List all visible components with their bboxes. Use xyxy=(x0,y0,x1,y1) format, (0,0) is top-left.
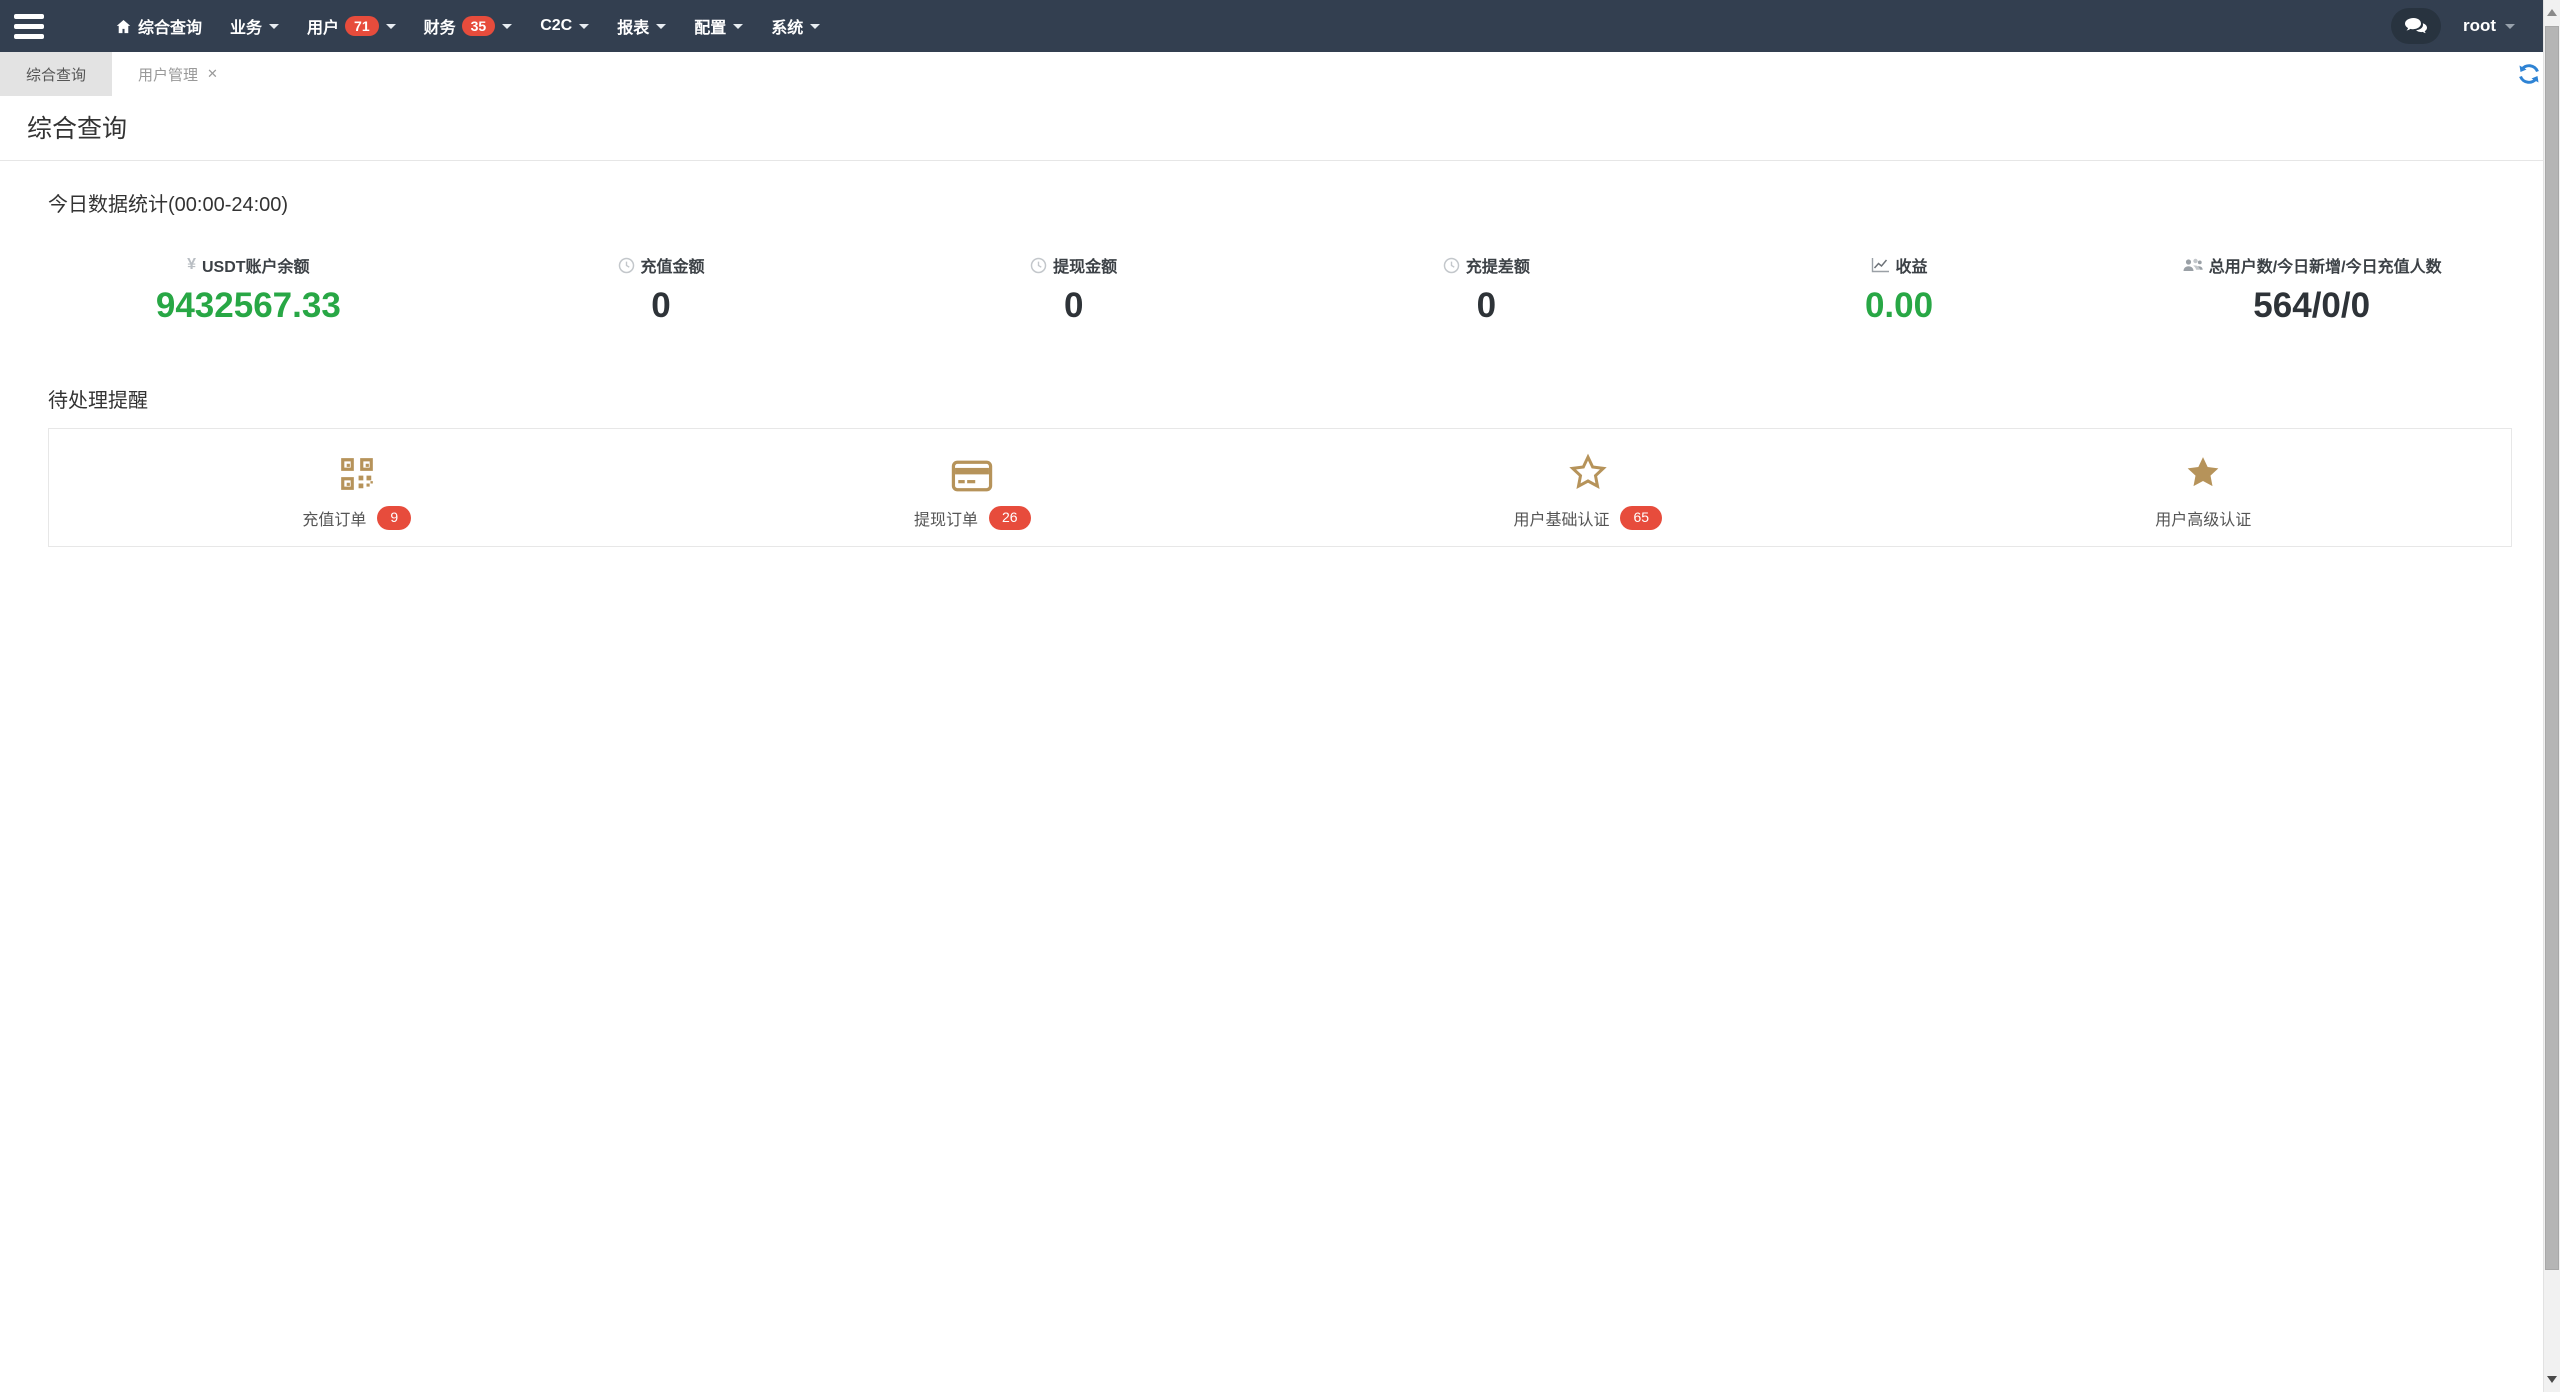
chevron-down-icon[interactable] xyxy=(2505,24,2515,29)
credit-card-icon xyxy=(665,451,1281,493)
tab-user-management[interactable]: 用户管理 ✕ xyxy=(112,52,244,96)
chevron-down-icon xyxy=(579,24,589,29)
yen-icon: ¥ xyxy=(187,256,196,274)
withdraw-orders-badge: 26 xyxy=(989,506,1031,529)
line-chart-icon xyxy=(1871,257,1890,273)
chevron-down-icon xyxy=(656,24,666,29)
star-filled-icon xyxy=(1896,451,2512,493)
nav-item-config[interactable]: 配置 xyxy=(684,0,753,52)
nav-item-dashboard[interactable]: 综合查询 xyxy=(106,0,212,52)
stats-section-heading: 今日数据统计(00:00-24:00) xyxy=(48,188,2560,217)
stat-value: 0 xyxy=(867,286,1280,326)
clock-icon xyxy=(1030,257,1047,274)
stat-value: 0 xyxy=(1280,286,1693,326)
clock-icon xyxy=(618,257,635,274)
current-user[interactable]: root xyxy=(2463,16,2496,36)
stat-value: 564/0/0 xyxy=(2105,286,2518,326)
pending-box: 充值订单 9 提现订单 26 用户基础认证 65 xyxy=(48,428,2512,547)
stat-value: 0.00 xyxy=(1693,286,2106,326)
chevron-down-icon xyxy=(386,24,396,29)
qrcode-icon xyxy=(49,451,665,493)
stat-total-users: 总用户数/今日新增/今日充值人数 564/0/0 xyxy=(2105,253,2518,326)
vertical-scrollbar[interactable] xyxy=(2543,0,2560,1392)
stat-value: 0 xyxy=(455,286,868,326)
pending-section-heading: 待处理提醒 xyxy=(48,384,2560,413)
page-header: 综合查询 xyxy=(0,96,2560,161)
top-navbar: 综合查询 业务 用户 71 财务 35 C2C 报表 配置 系统 xyxy=(0,0,2560,52)
pending-advanced-verification[interactable]: 用户高级认证 xyxy=(1896,451,2512,530)
chevron-down-icon xyxy=(810,24,820,29)
stat-value: 9432567.33 xyxy=(42,286,455,326)
clock-icon xyxy=(1443,257,1460,274)
stat-withdraw-amount: 提现金额 0 xyxy=(867,253,1280,326)
refresh-button[interactable] xyxy=(2516,61,2542,87)
scroll-up-arrow-icon[interactable] xyxy=(2547,9,2557,16)
finance-count-badge: 35 xyxy=(462,16,496,37)
stat-profit: 收益 0.00 xyxy=(1693,253,2106,326)
nav-item-reports[interactable]: 报表 xyxy=(607,0,676,52)
pending-deposit-orders[interactable]: 充值订单 9 xyxy=(49,451,665,530)
deposit-orders-badge: 9 xyxy=(377,506,411,529)
chevron-down-icon xyxy=(269,24,279,29)
scrollbar-thumb[interactable] xyxy=(2545,26,2559,1270)
main-menu: 综合查询 业务 用户 71 财务 35 C2C 报表 配置 系统 xyxy=(106,0,830,52)
close-tab-icon[interactable]: ✕ xyxy=(207,66,218,82)
nav-item-system[interactable]: 系统 xyxy=(761,0,830,52)
users-count-badge: 71 xyxy=(345,16,379,37)
tab-bar: 综合查询 用户管理 ✕ xyxy=(0,52,2560,96)
messages-button[interactable] xyxy=(2391,8,2441,44)
star-outline-icon xyxy=(1280,451,1896,493)
refresh-icon xyxy=(2517,62,2541,86)
scroll-down-arrow-icon[interactable] xyxy=(2547,1376,2557,1383)
tab-comprehensive-query[interactable]: 综合查询 xyxy=(0,52,112,96)
menu-toggle-icon[interactable] xyxy=(14,9,54,43)
pending-basic-verification[interactable]: 用户基础认证 65 xyxy=(1280,451,1896,530)
stat-usdt-balance: ¥ USDT账户余额 9432567.33 xyxy=(42,253,455,326)
page-title: 综合查询 xyxy=(27,109,2560,145)
stats-row: ¥ USDT账户余额 9432567.33 充值金额 0 提现金额 0 充提差额 xyxy=(0,253,2560,326)
users-icon xyxy=(2182,257,2203,273)
basic-verification-badge: 65 xyxy=(1620,506,1662,529)
nav-item-users[interactable]: 用户 71 xyxy=(297,0,406,52)
pending-withdraw-orders[interactable]: 提现订单 26 xyxy=(665,451,1281,530)
chevron-down-icon xyxy=(502,24,512,29)
stat-deposit-amount: 充值金额 0 xyxy=(455,253,868,326)
nav-item-business[interactable]: 业务 xyxy=(220,0,289,52)
nav-item-finance[interactable]: 财务 35 xyxy=(414,0,523,52)
nav-item-c2c[interactable]: C2C xyxy=(530,0,599,52)
navbar-right: root xyxy=(2391,8,2515,44)
comments-icon xyxy=(2404,17,2428,35)
home-icon xyxy=(116,19,131,34)
chevron-down-icon xyxy=(733,24,743,29)
stat-deposit-withdraw-diff: 充提差额 0 xyxy=(1280,253,1693,326)
